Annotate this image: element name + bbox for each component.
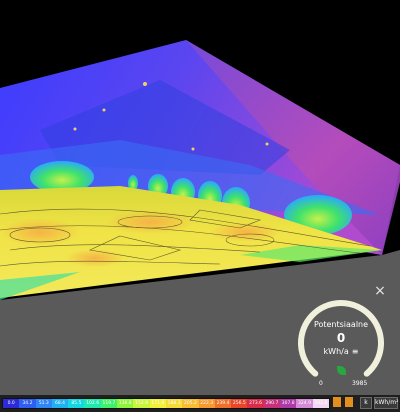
- legend-class-17: 307.8: [280, 399, 297, 408]
- gauge-unit: kWh/a: [323, 347, 349, 356]
- orange-swatch-button-2[interactable]: [345, 397, 353, 407]
- legend-class-3: 68.4: [51, 399, 69, 408]
- gauge-max: 3985: [352, 380, 368, 387]
- legend-class-8: 153.9: [133, 399, 150, 408]
- legend-class-19: 342.0: [312, 399, 329, 408]
- orange-swatch-button-1[interactable]: [333, 397, 341, 407]
- legend-class-14: 256.5: [231, 399, 248, 408]
- legend-class-5: 102.6: [84, 399, 101, 408]
- leaf-icon: [337, 366, 346, 375]
- legend-class-1: 34.2: [19, 399, 36, 408]
- legend-class-7: 136.8: [117, 399, 134, 408]
- legend-class-13: 239.4: [214, 399, 232, 408]
- close-icon[interactable]: ×: [372, 283, 388, 299]
- gauge-unit-row: kWh/a ≡: [296, 347, 386, 356]
- gauge-title: Potentsiaalne: [313, 320, 369, 329]
- unit-button[interactable]: kWh/m²: [374, 397, 398, 409]
- legend-class-12: 222.3: [198, 399, 215, 408]
- legend-class-6: 119.7: [100, 399, 118, 408]
- legend-class-10: 188.1: [165, 399, 183, 408]
- legend-class-18: 324.9: [296, 399, 313, 408]
- legend-class-16: 290.7: [263, 399, 281, 408]
- legend-class-15: 273.6: [247, 399, 264, 408]
- legend-class-4: 85.5: [68, 399, 85, 408]
- legend-class-2: 51.3: [35, 399, 52, 408]
- potential-gauge: Potentsiaalne 0 kWh/a ≡ 0 3985: [296, 298, 386, 390]
- toggle-button[interactable]: k: [360, 397, 372, 409]
- legend-class-11: 205.2: [182, 399, 199, 408]
- gauge-value: 0: [336, 331, 346, 345]
- color-legend: 0.0 34.2 51.3 68.4 85.5 102.6 119.7 136.8 153.9 1…: [2, 398, 330, 409]
- menu-icon[interactable]: ≡: [352, 347, 359, 356]
- legend-class-0: 0.0: [3, 399, 20, 408]
- gauge-min: 0: [319, 380, 323, 387]
- legend-class-9: 171.0: [149, 399, 166, 408]
